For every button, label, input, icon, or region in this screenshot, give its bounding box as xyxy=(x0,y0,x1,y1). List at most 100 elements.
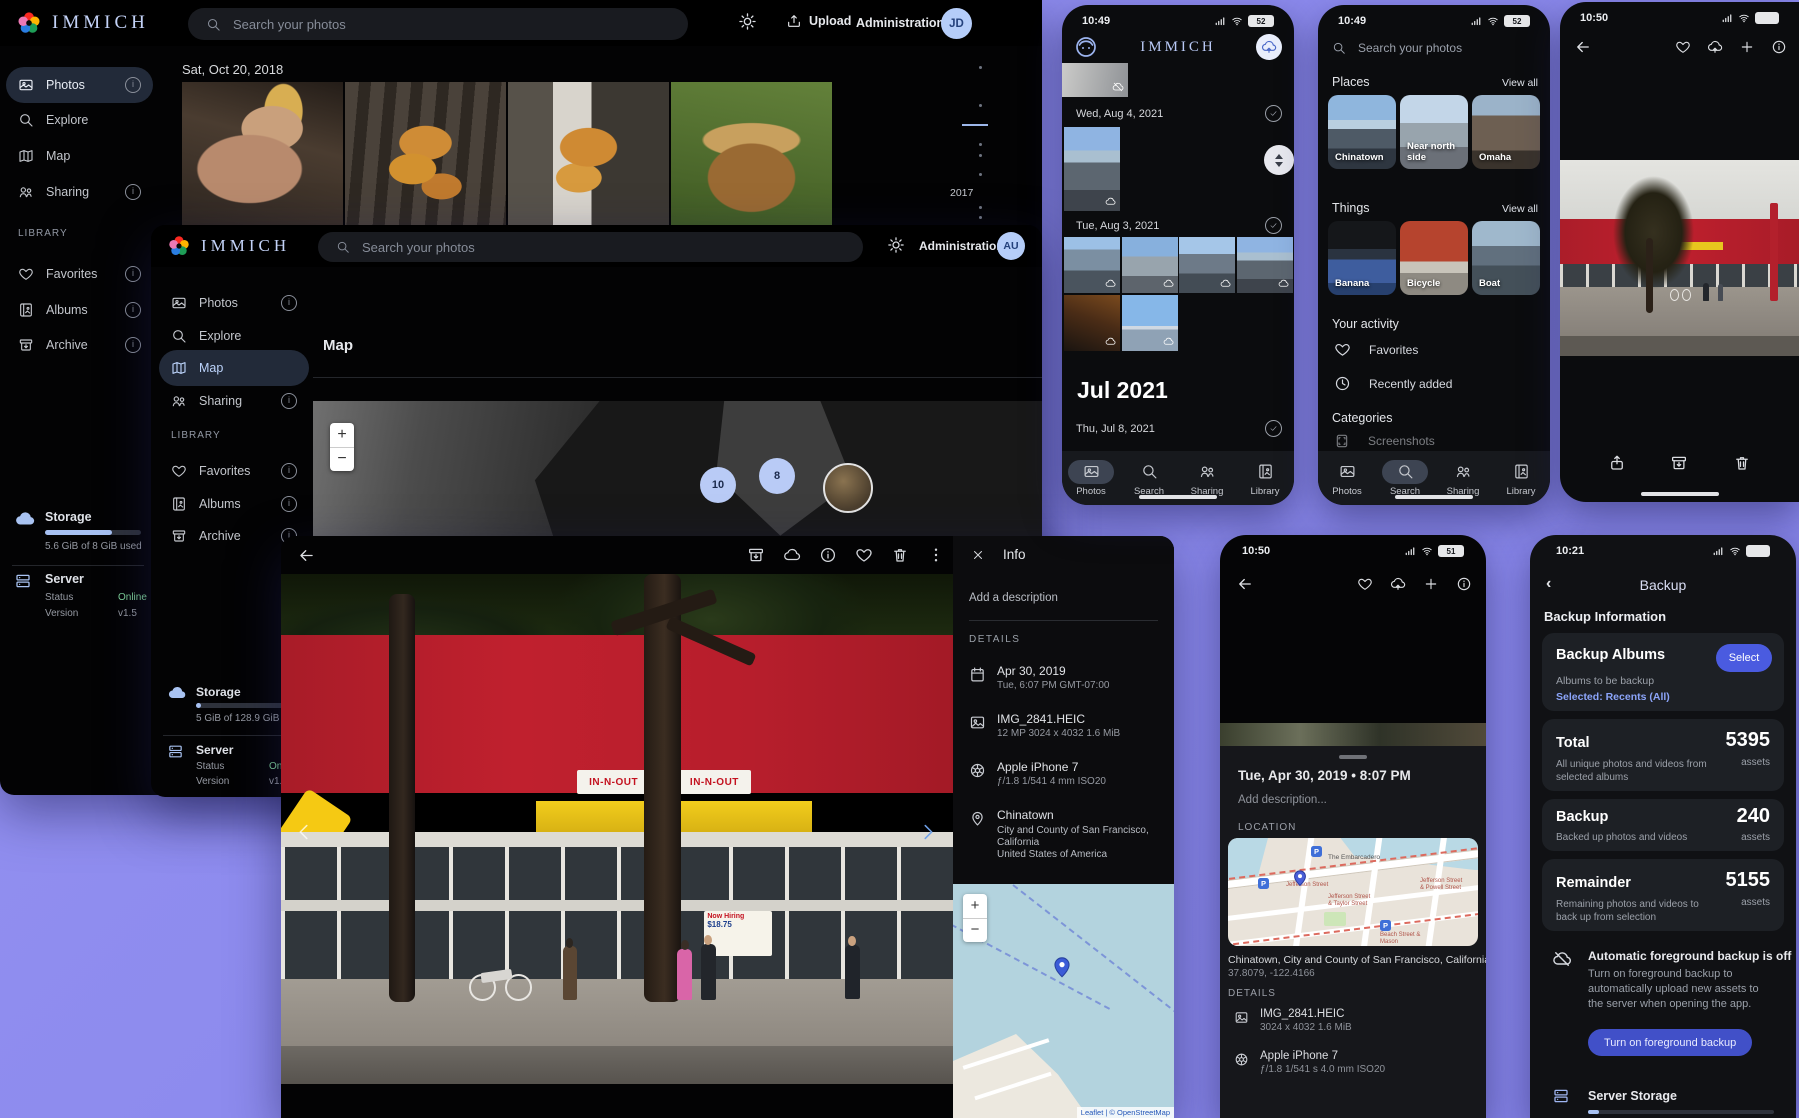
photo-thumbnail[interactable] xyxy=(1064,237,1120,293)
tab-search[interactable]: Search xyxy=(1120,460,1178,497)
photo-thumbnail[interactable] xyxy=(345,82,506,227)
favorite-heart-icon[interactable] xyxy=(1675,39,1691,55)
delete-trash-icon[interactable] xyxy=(1733,454,1751,472)
tab-library[interactable]: Library xyxy=(1492,460,1550,497)
map-cluster-marker[interactable]: 8 xyxy=(759,458,795,494)
photo-thumbnail[interactable] xyxy=(1064,295,1120,351)
photo-thumbnail[interactable] xyxy=(1122,237,1178,293)
add-plus-icon[interactable] xyxy=(1423,576,1439,592)
select-all-check-icon[interactable] xyxy=(1265,217,1282,234)
select-all-check-icon[interactable] xyxy=(1265,420,1282,437)
tab-sharing[interactable]: Sharing xyxy=(1434,460,1492,497)
sidebar-item-photos[interactable]: Photosi xyxy=(159,285,309,321)
photo-thumbnail[interactable] xyxy=(1064,127,1120,211)
cloud-upload-icon[interactable] xyxy=(1390,576,1406,592)
select-button[interactable]: Select xyxy=(1716,644,1772,672)
delete-trash-icon[interactable] xyxy=(891,546,909,564)
photo-thumbnail[interactable] xyxy=(1179,237,1235,293)
photo-thumbnail[interactable] xyxy=(508,82,669,227)
sidebar-item-albums[interactable]: Albumsi xyxy=(6,292,153,328)
administration-link[interactable]: Administration xyxy=(856,16,944,30)
theme-toggle-button[interactable] xyxy=(887,236,905,254)
timeline-drag-handle[interactable] xyxy=(1264,145,1294,175)
location-map[interactable]: P P P The Embarcadero Jefferson Street J… xyxy=(1228,838,1478,946)
search-input[interactable]: Search your photos xyxy=(188,8,688,40)
info-mini-map[interactable]: + − Leaflet | © OpenStreetMap xyxy=(953,884,1174,1118)
sidebar-item-sharing[interactable]: Sharingi xyxy=(6,174,153,210)
thing-card[interactable]: Boat xyxy=(1472,221,1540,295)
info-icon[interactable] xyxy=(819,546,837,564)
user-avatar[interactable]: AU xyxy=(997,232,1025,260)
add-description-field[interactable]: Add a description xyxy=(969,592,1058,604)
category-screenshots-row[interactable]: Screenshots xyxy=(1334,433,1435,449)
sidebar-item-map[interactable]: Map xyxy=(6,138,153,174)
add-plus-icon[interactable] xyxy=(1739,39,1755,55)
back-button[interactable] xyxy=(1574,38,1592,56)
zoom-in-button[interactable]: + xyxy=(330,423,354,448)
sidebar-item-albums[interactable]: Albumsi xyxy=(159,486,309,522)
sidebar-item-favorites[interactable]: Favoritesi xyxy=(6,256,153,292)
select-all-check-icon[interactable] xyxy=(1265,105,1282,122)
upload-button[interactable]: Upload xyxy=(786,13,851,29)
previous-photo-button[interactable] xyxy=(293,821,315,843)
sidebar-item-archive[interactable]: Archivei xyxy=(6,327,153,363)
favorite-heart-icon[interactable] xyxy=(855,546,873,564)
sidebar-item-explore[interactable]: Explore xyxy=(6,102,153,138)
zoom-out-button[interactable]: − xyxy=(330,448,354,471)
profile-avatar[interactable] xyxy=(1256,34,1282,60)
user-avatar[interactable]: JD xyxy=(941,8,972,39)
search-input[interactable]: Search your photos xyxy=(318,232,863,262)
administration-link[interactable]: Administration xyxy=(919,239,1004,253)
thing-card[interactable]: Banana xyxy=(1328,221,1396,295)
activity-recent-row[interactable]: Recently added xyxy=(1334,375,1452,392)
map-cluster-marker[interactable]: 10 xyxy=(700,467,736,503)
sidebar-item-explore[interactable]: Explore xyxy=(159,318,309,354)
archive-icon[interactable] xyxy=(1670,454,1688,472)
sidebar-item-photos[interactable]: Photosi xyxy=(6,67,153,103)
add-description-field[interactable]: Add description... xyxy=(1238,794,1327,806)
activity-favorites-row[interactable]: Favorites xyxy=(1334,341,1418,358)
back-button[interactable] xyxy=(297,546,316,565)
photo-main[interactable] xyxy=(1560,160,1799,356)
sidebar-item-favorites[interactable]: Favoritesi xyxy=(159,453,309,489)
photo-thumbnail[interactable] xyxy=(1062,63,1128,97)
photo-thumbnail[interactable] xyxy=(182,82,343,227)
share-icon[interactable] xyxy=(1608,454,1626,472)
sidebar-item-sharing[interactable]: Sharingi xyxy=(159,383,309,419)
close-info-button[interactable] xyxy=(971,548,985,562)
next-photo-button[interactable] xyxy=(917,821,939,843)
place-card[interactable]: Chinatown xyxy=(1328,95,1396,169)
sidebar-item-map[interactable]: Map xyxy=(159,350,309,386)
tab-photos[interactable]: Photos xyxy=(1318,460,1376,497)
photo-thumbnail[interactable] xyxy=(1237,237,1293,293)
thing-card[interactable]: Bicycle xyxy=(1400,221,1468,295)
place-card[interactable]: Near north side xyxy=(1400,95,1468,169)
photo-thumbnail[interactable] xyxy=(1122,295,1178,351)
turn-on-backup-button[interactable]: Turn on foreground backup xyxy=(1588,1029,1752,1056)
info-icon[interactable] xyxy=(1456,576,1472,592)
map-photo-marker[interactable] xyxy=(823,463,873,513)
tab-sharing[interactable]: Sharing xyxy=(1178,460,1236,497)
archive-icon[interactable] xyxy=(747,546,765,564)
view-all-link[interactable]: View all xyxy=(1502,77,1538,89)
sheet-drag-handle[interactable] xyxy=(1339,755,1367,759)
zoom-in-button[interactable]: + xyxy=(963,894,987,919)
photo-thumbnail[interactable] xyxy=(671,82,832,227)
cloud-upload-icon[interactable] xyxy=(1707,39,1723,55)
tab-search[interactable]: Search xyxy=(1376,460,1434,497)
place-card[interactable]: Omaha xyxy=(1472,95,1540,169)
app-logo[interactable]: IMMICH xyxy=(151,234,290,258)
view-all-link[interactable]: View all xyxy=(1502,203,1538,215)
back-button[interactable] xyxy=(1236,575,1254,593)
photo-edge[interactable] xyxy=(1220,723,1486,746)
zoom-out-button[interactable]: − xyxy=(963,919,987,942)
search-input[interactable]: Search your photos xyxy=(1332,41,1462,55)
tab-photos[interactable]: Photos xyxy=(1062,460,1120,497)
download-cloud-icon[interactable] xyxy=(783,546,801,564)
tab-library[interactable]: Library xyxy=(1236,460,1294,497)
favorite-heart-icon[interactable] xyxy=(1357,576,1373,592)
app-logo[interactable]: IMMICH xyxy=(0,10,149,36)
info-icon[interactable] xyxy=(1771,39,1787,55)
more-options-icon[interactable] xyxy=(927,546,945,564)
theme-toggle-button[interactable] xyxy=(738,12,757,31)
